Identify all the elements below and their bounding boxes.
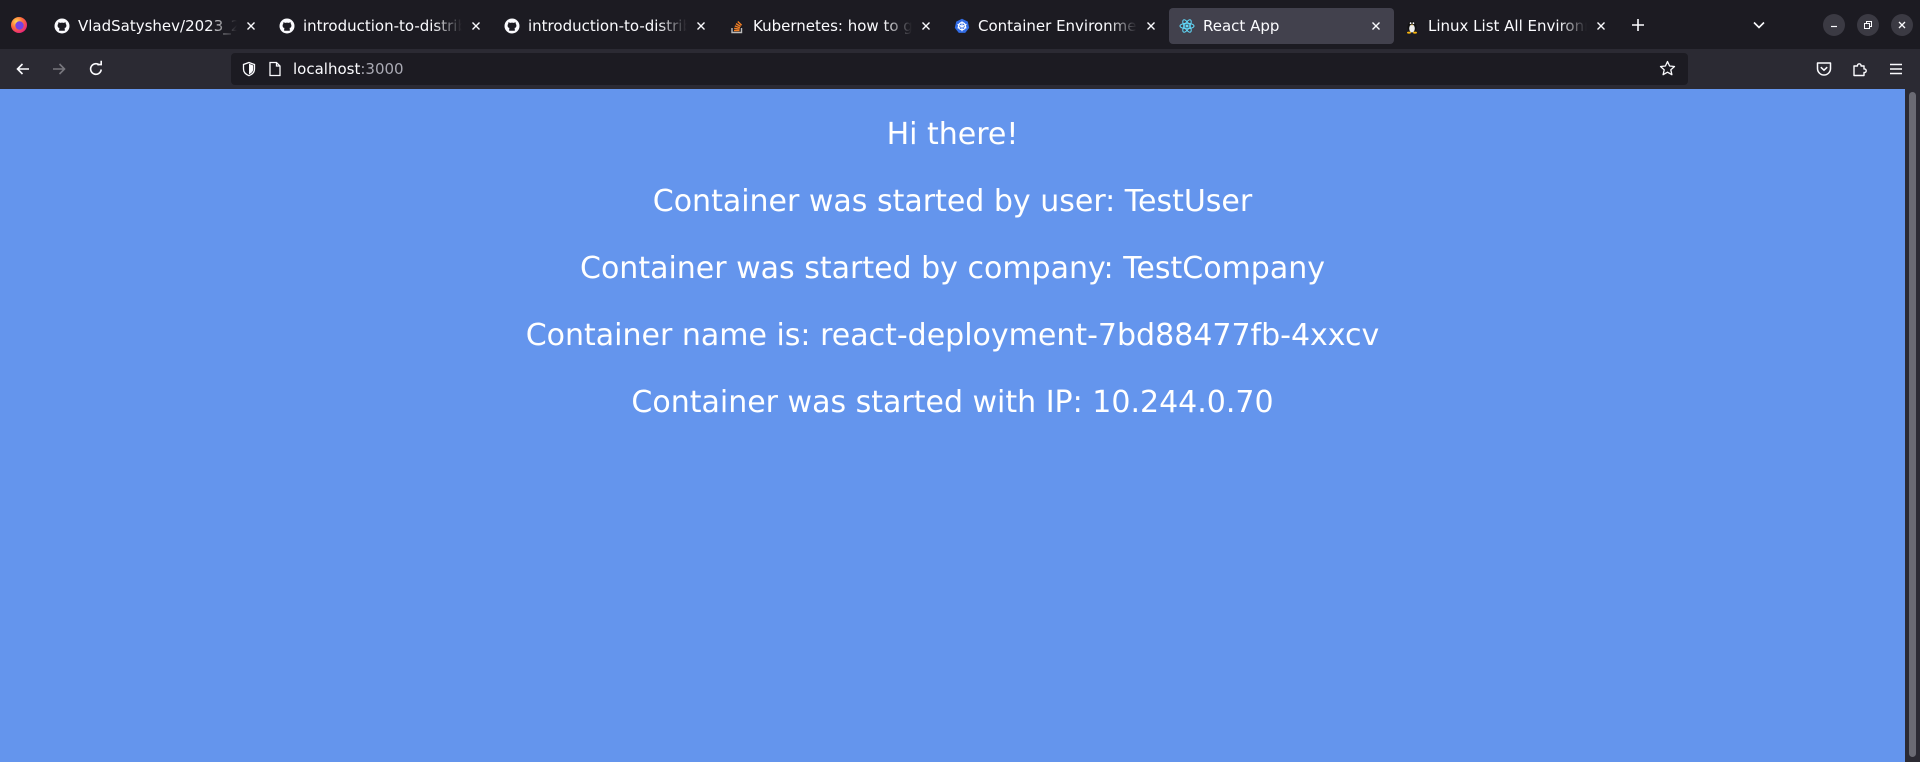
tab-title: introduction-to-distributed [303,17,462,35]
navigation-toolbar: localhost:3000 [0,49,1920,89]
list-all-tabs-chevron-down-icon[interactable] [1752,19,1766,31]
tab-title: React App [1203,17,1280,35]
tab-github-2023-2024[interactable]: VladSatyshev/2023_2024 [44,8,269,44]
tab-kubernetes-stackoverflow[interactable]: Kubernetes: how to get pod [719,8,944,44]
tab-title: introduction-to-distributed [528,17,687,35]
url-host: localhost [293,60,361,78]
tab-list: VladSatyshev/2023_2024 introduction-to-d… [44,8,1619,46]
tab-strip: VladSatyshev/2023_2024 introduction-to-d… [0,0,1920,49]
url-bar[interactable]: localhost:3000 [231,53,1688,85]
tab-title: Linux List All Environment Variables [1428,17,1587,35]
close-window-button[interactable] [1891,14,1913,36]
container-name-text: Container name is: react-deployment-7bd8… [525,318,1380,353]
close-tab-icon[interactable] [1593,18,1609,34]
github-icon [279,18,295,34]
greeting-heading: Hi there! [886,117,1019,152]
tracking-protection-shield-icon[interactable] [241,61,257,77]
tab-introduction-to-distributed-1[interactable]: introduction-to-distributed [269,8,494,44]
tab-kubernetes-container-environment[interactable]: Container Environment | Kubernetes [944,8,1169,44]
pocket-icon[interactable] [1815,60,1833,78]
close-icon [1898,21,1906,29]
started-by-user-text: Container was started by user: TestUser [652,184,1253,219]
minimize-icon [1831,25,1837,28]
tab-react-app[interactable]: React App [1169,8,1394,44]
close-tab-icon[interactable] [693,18,709,34]
close-tab-icon[interactable] [243,18,259,34]
new-tab-plus-icon[interactable] [1630,17,1646,33]
extensions-puzzle-icon[interactable] [1851,60,1869,78]
url-text[interactable]: localhost:3000 [293,60,404,78]
started-by-company-text: Container was started by company: TestCo… [580,251,1325,286]
back-arrow-icon[interactable] [14,60,32,78]
github-icon [504,18,520,34]
restore-icon [1864,21,1872,29]
restore-button[interactable] [1857,14,1879,36]
forward-arrow-icon[interactable] [50,60,68,78]
github-icon [54,18,70,34]
bookmark-star-icon[interactable] [1659,60,1676,77]
scrollbar-thumb[interactable] [1909,92,1916,757]
tab-title: Kubernetes: how to get pod [753,17,912,35]
url-port: :3000 [360,60,404,78]
tab-title: VladSatyshev/2023_2024 [78,17,237,35]
close-tab-icon[interactable] [918,18,934,34]
page-info-icon[interactable] [268,61,282,77]
tab-introduction-to-distributed-2[interactable]: introduction-to-distributed [494,8,719,44]
firefox-logo-icon [11,17,27,33]
tab-title: Container Environment | Kubernetes [978,17,1137,35]
minimize-button[interactable] [1823,14,1845,36]
close-tab-icon[interactable] [1368,18,1384,34]
container-ip-text: Container was started with IP: 10.244.0.… [631,385,1274,420]
kubernetes-icon [954,18,970,33]
reload-icon[interactable] [87,60,105,78]
hamburger-menu-icon[interactable] [1887,60,1905,78]
tab-linux-environment-variables[interactable]: Linux List All Environment Variables [1394,8,1619,44]
react-icon [1179,19,1195,33]
page-content: Hi there! Container was started by user:… [0,89,1905,762]
close-tab-icon[interactable] [468,18,484,34]
linux-tux-icon [1407,21,1417,34]
browser-window: VladSatyshev/2023_2024 introduction-to-d… [0,0,1920,762]
stackoverflow-icon [731,21,743,34]
close-tab-icon[interactable] [1143,18,1159,34]
